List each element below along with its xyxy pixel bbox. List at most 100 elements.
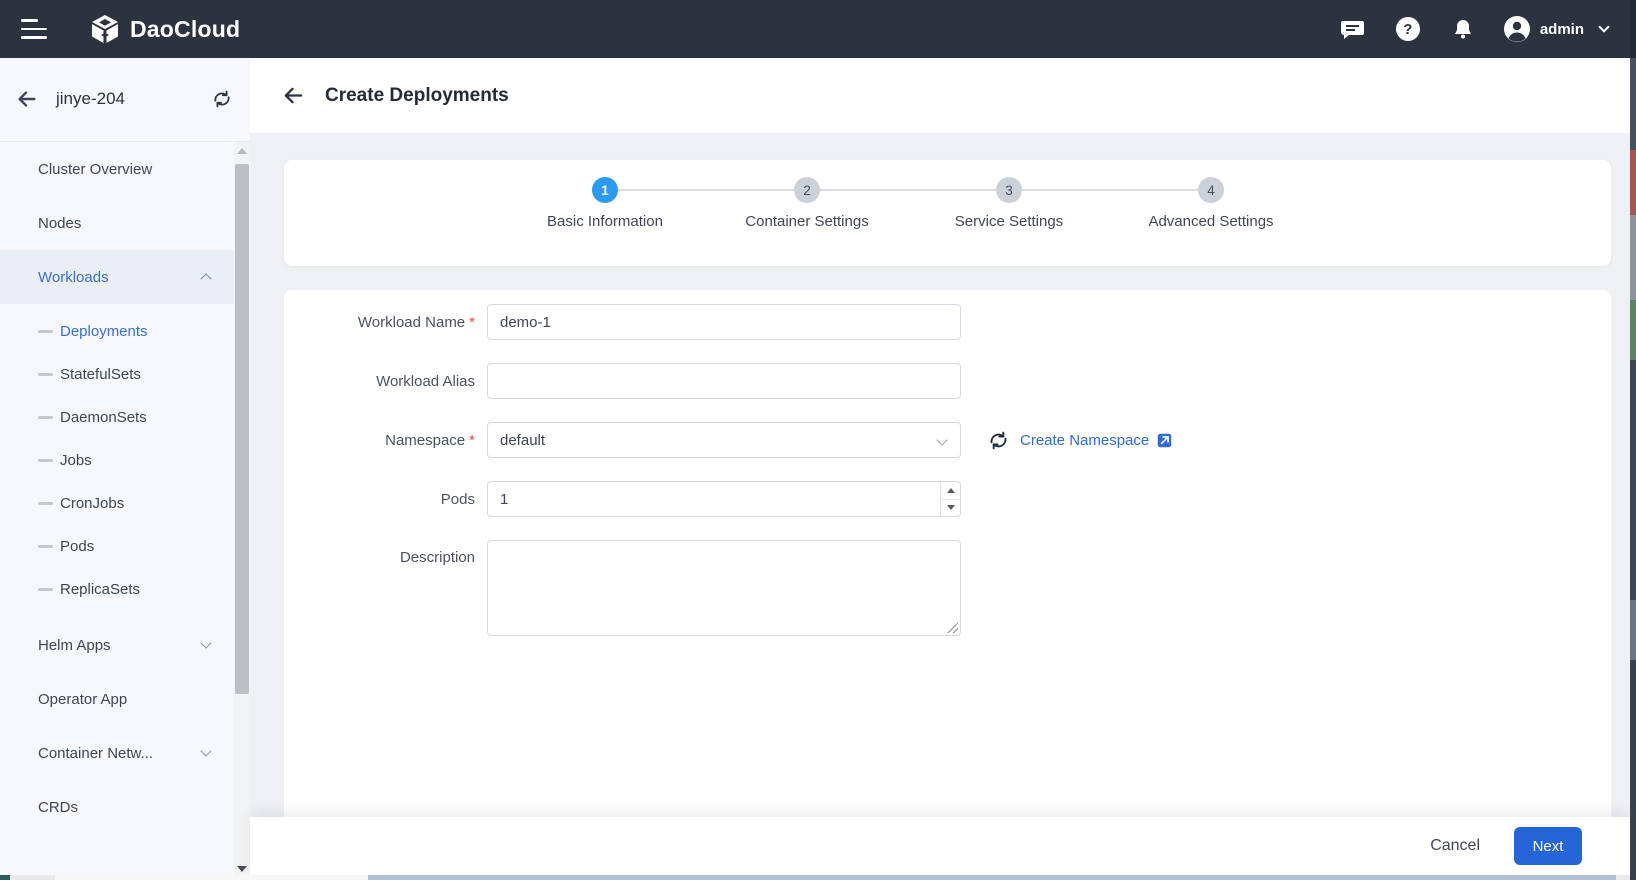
sidebar-item-label: Workloads: [38, 269, 109, 286]
step-1-circle[interactable]: 1: [592, 177, 618, 203]
sidebar-item-operator-app[interactable]: Operator App: [0, 672, 250, 726]
cluster-back-arrow-icon[interactable]: [16, 88, 38, 115]
content-area: 1 2 3 4 Basic Information Container Sett…: [250, 133, 1630, 817]
user-menu[interactable]: admin: [1503, 15, 1608, 43]
user-name: admin: [1540, 21, 1584, 38]
namespace-extras: Create Namespace: [988, 430, 1173, 451]
dash-icon: [38, 502, 53, 505]
workload-name-label: Workload Name*: [284, 314, 475, 331]
screen-edge-sliver: [1630, 0, 1636, 880]
chevron-down-icon: [1598, 21, 1609, 32]
namespace-row: Namespace* default Create Names: [284, 422, 1611, 458]
workload-alias-row: Workload Alias: [284, 363, 1611, 399]
create-namespace-link[interactable]: Create Namespace: [1020, 432, 1149, 449]
sidebar-item-nodes[interactable]: Nodes: [0, 196, 250, 250]
cluster-name: jinye-204: [56, 89, 125, 109]
step-2-circle[interactable]: 2: [794, 177, 820, 203]
cancel-button[interactable]: Cancel: [1430, 837, 1480, 855]
scroll-up-arrow-icon[interactable]: [237, 148, 247, 154]
scrollbar-thumb[interactable]: [235, 164, 249, 694]
step-3-label: Service Settings: [908, 213, 1110, 230]
sidebar-item-label: StatefulSets: [60, 366, 141, 383]
sidebar-item-label: Pods: [60, 538, 94, 555]
sidebar-nav: Cluster Overview Nodes Workloads Deploym…: [0, 142, 250, 834]
sidebar-item-pods[interactable]: Pods: [0, 525, 250, 568]
sidebar-item-cluster-overview[interactable]: Cluster Overview: [0, 142, 250, 196]
pods-row: Pods: [284, 481, 1611, 517]
chevron-up-icon: [200, 273, 211, 284]
refresh-icon[interactable]: [988, 430, 1009, 451]
chevron-down-icon: [200, 745, 211, 756]
sidebar-item-label: Container Netw...: [38, 745, 153, 762]
help-icon[interactable]: ?: [1395, 16, 1421, 42]
workload-name-input[interactable]: [487, 304, 961, 340]
sidebar-item-label: Deployments: [60, 323, 148, 340]
step-4-circle[interactable]: 4: [1198, 177, 1224, 203]
brand-logo: DaoCloud: [89, 13, 240, 45]
workload-alias-label: Workload Alias: [284, 373, 475, 390]
pods-stepper: [940, 482, 960, 516]
workload-name-row: Workload Name*: [284, 304, 1611, 340]
step-connector: [618, 189, 794, 191]
step-3-circle[interactable]: 3: [996, 177, 1022, 203]
stepper-card: 1 2 3 4 Basic Information Container Sett…: [284, 160, 1611, 266]
sidebar-item-deployments[interactable]: Deployments: [0, 310, 250, 353]
namespace-selected-value: default: [500, 432, 545, 449]
sidebar-item-label: CronJobs: [60, 495, 124, 512]
increment-button[interactable]: [941, 482, 960, 500]
sidebar-item-helm-apps[interactable]: Helm Apps: [0, 618, 250, 672]
dash-icon: [38, 459, 53, 462]
workload-alias-input[interactable]: [487, 363, 961, 399]
sidebar-item-statefulsets[interactable]: StatefulSets: [0, 353, 250, 396]
sidebar-item-container-network[interactable]: Container Netw...: [0, 726, 250, 780]
bell-icon[interactable]: [1450, 16, 1476, 42]
main-area: Create Deployments 1 2 3 4 Basic Informa…: [250, 58, 1630, 880]
sidebar-item-jobs[interactable]: Jobs: [0, 439, 250, 482]
pods-input[interactable]: [487, 481, 961, 517]
sidebar-item-cronjobs[interactable]: CronJobs: [0, 482, 250, 525]
stepper-labels: Basic Information Container Settings Ser…: [284, 213, 1611, 230]
dash-icon: [38, 545, 53, 548]
description-textarea[interactable]: [487, 540, 961, 636]
sidebar-item-workloads[interactable]: Workloads: [0, 250, 250, 304]
sidebar-item-label: ReplicaSets: [60, 581, 140, 598]
sidebar: jinye-204 Cluster Overview Nodes Workloa…: [0, 58, 250, 880]
description-row: Description: [284, 540, 1611, 636]
step-connector: [820, 189, 996, 191]
switch-cluster-icon[interactable]: [212, 89, 232, 114]
sidebar-header: jinye-204: [0, 58, 250, 142]
horizontal-scrollbar[interactable]: [0, 875, 1636, 880]
wizard-footer: Cancel Next: [250, 817, 1630, 875]
sidebar-item-label: CRDs: [38, 799, 78, 816]
sidebar-item-replicasets[interactable]: ReplicaSets: [0, 568, 250, 611]
next-button[interactable]: Next: [1514, 827, 1582, 865]
step-1-label: Basic Information: [504, 213, 706, 230]
sidebar-item-label: Nodes: [38, 215, 81, 232]
namespace-select[interactable]: default: [487, 422, 961, 458]
sidebar-item-label: DaemonSets: [60, 409, 147, 426]
workloads-submenu: Deployments StatefulSets DaemonSets Jobs…: [0, 310, 250, 611]
topbar-actions: ? admin: [1311, 15, 1636, 43]
step-4-label: Advanced Settings: [1110, 213, 1312, 230]
dash-icon: [38, 588, 53, 591]
chat-bubble-icon[interactable]: [1340, 16, 1366, 42]
page-header: Create Deployments: [250, 58, 1630, 133]
required-marker: *: [469, 314, 475, 331]
hamburger-menu-icon[interactable]: [21, 19, 47, 39]
dash-icon: [38, 373, 53, 376]
chevron-down-icon: [200, 637, 211, 648]
avatar-icon: [1503, 15, 1531, 43]
decrement-button[interactable]: [941, 500, 960, 517]
step-2-label: Container Settings: [706, 213, 908, 230]
sidebar-item-crds[interactable]: CRDs: [0, 780, 250, 834]
sidebar-item-label: Jobs: [60, 452, 92, 469]
sidebar-item-label: Cluster Overview: [38, 161, 152, 178]
external-link-icon: [1156, 432, 1173, 449]
sidebar-item-daemonsets[interactable]: DaemonSets: [0, 396, 250, 439]
page-title: Create Deployments: [325, 85, 509, 107]
sidebar-scrollbar[interactable]: [234, 142, 250, 880]
page-back-arrow-icon[interactable]: [282, 84, 305, 107]
scroll-down-arrow-icon[interactable]: [237, 866, 247, 872]
dash-icon: [38, 416, 53, 419]
namespace-label: Namespace*: [284, 432, 475, 449]
